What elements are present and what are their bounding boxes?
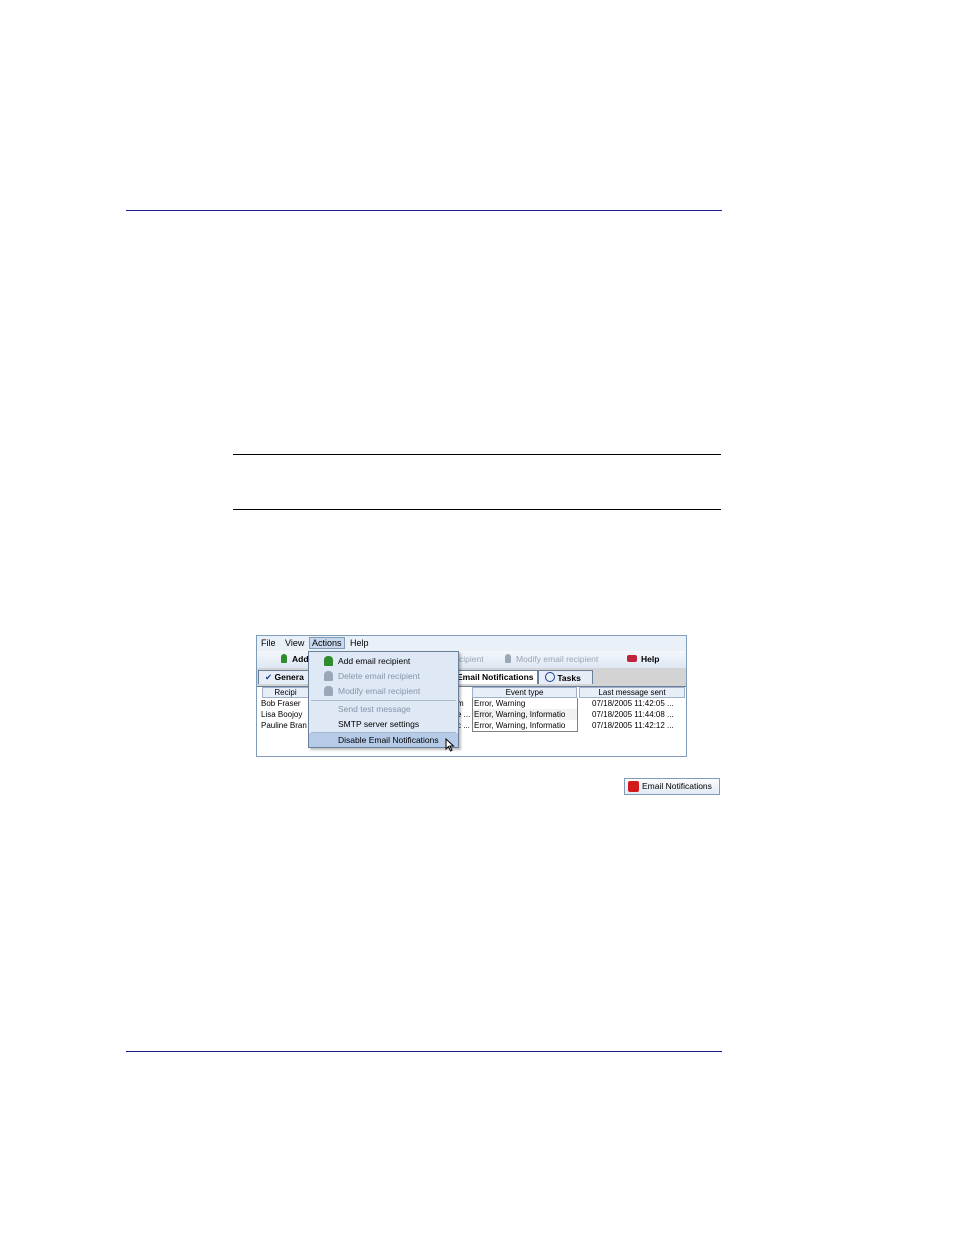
column-header-last-sent[interactable]: Last message sent	[579, 687, 685, 698]
person-edit-icon	[324, 686, 333, 696]
last-message-sent: 07/18/2005 11:44:08 ...	[592, 710, 674, 719]
menu-item-send-test-message[interactable]: Send test message	[309, 702, 458, 716]
menu-file[interactable]: File	[261, 638, 276, 648]
recipient-name: Bob Fraser	[261, 699, 301, 708]
help-book-icon	[627, 655, 637, 662]
column-header-recipient[interactable]: Recipi	[262, 687, 309, 698]
mouse-pointer-icon	[445, 738, 455, 752]
person-delete-icon	[324, 671, 333, 681]
event-types: Error, Warning, Informatio	[472, 709, 578, 720]
app-window-screenshot: File View Actions Help Add cipient Modif…	[256, 635, 687, 757]
footer-rule	[126, 1051, 722, 1052]
menu-item-disable-email-notifications[interactable]: Disable Email Notifications	[309, 733, 458, 752]
email-disabled-icon	[628, 781, 639, 792]
menu-item-modify-email-recipient[interactable]: Modify email recipient	[309, 684, 458, 698]
menu-separator	[311, 700, 456, 701]
menu-item-delete-email-recipient[interactable]: Delete email recipient	[309, 669, 458, 683]
help-button[interactable]: Help	[627, 654, 659, 664]
header-rule	[126, 210, 722, 211]
add-recipient-button[interactable]: Add	[281, 654, 309, 664]
tab-tasks[interactable]: Tasks	[538, 670, 593, 684]
email-notifications-status-button[interactable]: Email Notifications	[624, 778, 720, 795]
modify-recipient-button[interactable]: Modify email recipient	[505, 654, 598, 664]
recipient-detail: c ...	[457, 721, 470, 730]
delete-recipient-button[interactable]: cipient	[459, 654, 484, 664]
recipient-name: Lisa Boojoy	[261, 710, 303, 719]
actions-dropdown-menu: Add email recipient Delete email recipie…	[308, 651, 459, 752]
recipient-detail: m	[457, 699, 464, 708]
recipient-detail: e ...	[457, 710, 471, 719]
clock-icon	[545, 672, 555, 682]
event-types: Error, Warning, Informatio	[472, 720, 578, 732]
person-add-icon	[281, 654, 287, 663]
event-types: Error, Warning	[472, 698, 578, 709]
recipient-name: Pauline Bran	[261, 721, 307, 730]
menu-actions[interactable]: Actions	[309, 637, 345, 649]
menu-item-smtp-server-settings[interactable]: SMTP server settings	[309, 717, 458, 731]
last-message-sent: 07/18/2005 11:42:05 ...	[592, 699, 674, 708]
note-rule-top	[233, 454, 721, 455]
person-edit-icon	[505, 654, 511, 663]
menu-bar: File View Actions Help	[257, 636, 686, 652]
menu-item-add-email-recipient[interactable]: Add email recipient	[309, 654, 458, 668]
menu-view[interactable]: View	[285, 638, 304, 648]
person-add-icon	[324, 656, 333, 666]
tab-general[interactable]: ✔ Genera	[258, 670, 313, 684]
menu-help[interactable]: Help	[350, 638, 369, 648]
last-message-sent: 07/18/2005 11:42:12 ...	[592, 721, 674, 730]
check-icon: ✔	[265, 672, 273, 682]
tab-email-notifications[interactable]: Email Notifications	[450, 670, 538, 684]
note-rule-bottom	[233, 509, 721, 510]
column-header-event-type[interactable]: Event type	[472, 687, 577, 698]
